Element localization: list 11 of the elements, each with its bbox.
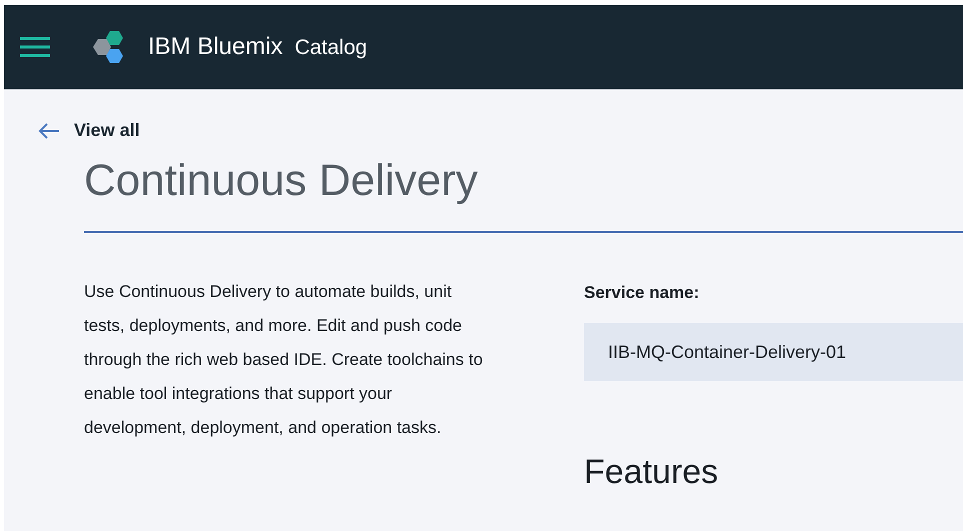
- section-heading: Features: [584, 453, 720, 492]
- service-description: Use Continuous Delivery to automate builds, unit tests, deployments, and more. Edit and push code through the rich web based IDE. Create toolchains to enable tool integrations that support your development, deployment, and operation tasks.: [84, 281, 484, 439]
- section-title: Catalog: [294, 36, 368, 60]
- field-label: Service name:: [584, 283, 700, 303]
- service-name-field[interactable]: IIB-MQ-Container-Delivery-01: [584, 323, 963, 381]
- back-arrow-icon[interactable]: [38, 122, 60, 138]
- hexagon-logo-icon[interactable]: [90, 29, 126, 65]
- brand-name[interactable]: IBM Bluemix: [148, 33, 283, 61]
- page-title: Continuous Delivery: [84, 155, 479, 207]
- view-all-link[interactable]: View all: [74, 120, 140, 141]
- menu-icon[interactable]: [20, 37, 50, 57]
